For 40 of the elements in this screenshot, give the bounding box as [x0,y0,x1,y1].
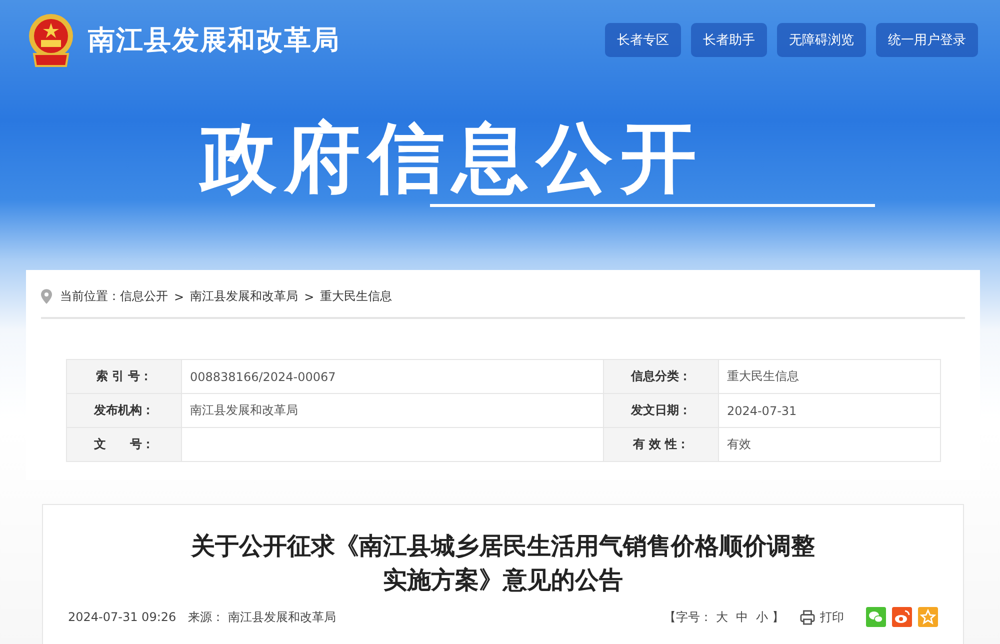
publish-date: 2024-07-31 09:26 [68,610,176,624]
breadcrumb-link[interactable]: 重大民生信息 [320,288,392,305]
breadcrumb-link[interactable]: 信息公开 [120,288,168,305]
article-title: 实施方案》意见的公告 [382,565,624,596]
header-button[interactable]: 无障碍浏览 [777,23,866,57]
site-title: 南江县发展和改革局 [88,24,340,58]
label-cell: 发布机构： [66,394,182,428]
value-cell: 重大民生信息 [718,360,940,394]
eye-logo-icon[interactable] [892,607,912,627]
font-size-option[interactable]: 大 [716,608,728,626]
label-cell: 发文日期： [603,394,718,428]
breadcrumb-separator: > [174,290,184,304]
star-icon[interactable] [918,607,938,627]
value-cell: 南江县发展和改革局 [182,394,604,428]
header-button[interactable]: 长者助手 [691,23,767,57]
label-cell: 有 效 性： [603,428,718,462]
breadcrumb-link[interactable]: 南江县发展和改革局 [190,288,298,305]
value-cell: 008838166/2024-00067 [182,360,604,394]
source-label: 来源： [188,608,224,626]
font-size-option[interactable]: 小 [756,608,768,626]
breadcrumb-label: 当前位置： [60,288,120,305]
header-button[interactable]: 统一用户登录 [876,23,978,57]
label-cell: 信息分类： [603,360,718,394]
emblem-icon [26,12,76,68]
label-cell: 索 引 号： [66,360,182,394]
header-button[interactable]: 长者专区 [605,23,681,57]
breadcrumb-separator: > [304,290,314,304]
font-size-label: 【字号： [664,608,712,626]
article-title: 关于公开征求《南江县城乡居民生活用气销售价格顺价调整 [190,531,816,562]
banner-title: 政府信息公开 [200,112,704,204]
value-cell: 有效 [718,428,940,462]
font-size-bracket: 】 [772,608,784,626]
print-link[interactable]: 打印 [820,608,844,626]
chat-bubbles-icon[interactable] [866,607,886,627]
location-pin-icon [41,289,52,304]
source-name: 南江县发展和改革局 [228,608,336,626]
printer-icon[interactable] [800,610,815,624]
font-size-option[interactable]: 中 [736,608,748,626]
label-cell: 文 号： [66,428,182,462]
value-cell: 2024-07-31 [718,394,940,428]
